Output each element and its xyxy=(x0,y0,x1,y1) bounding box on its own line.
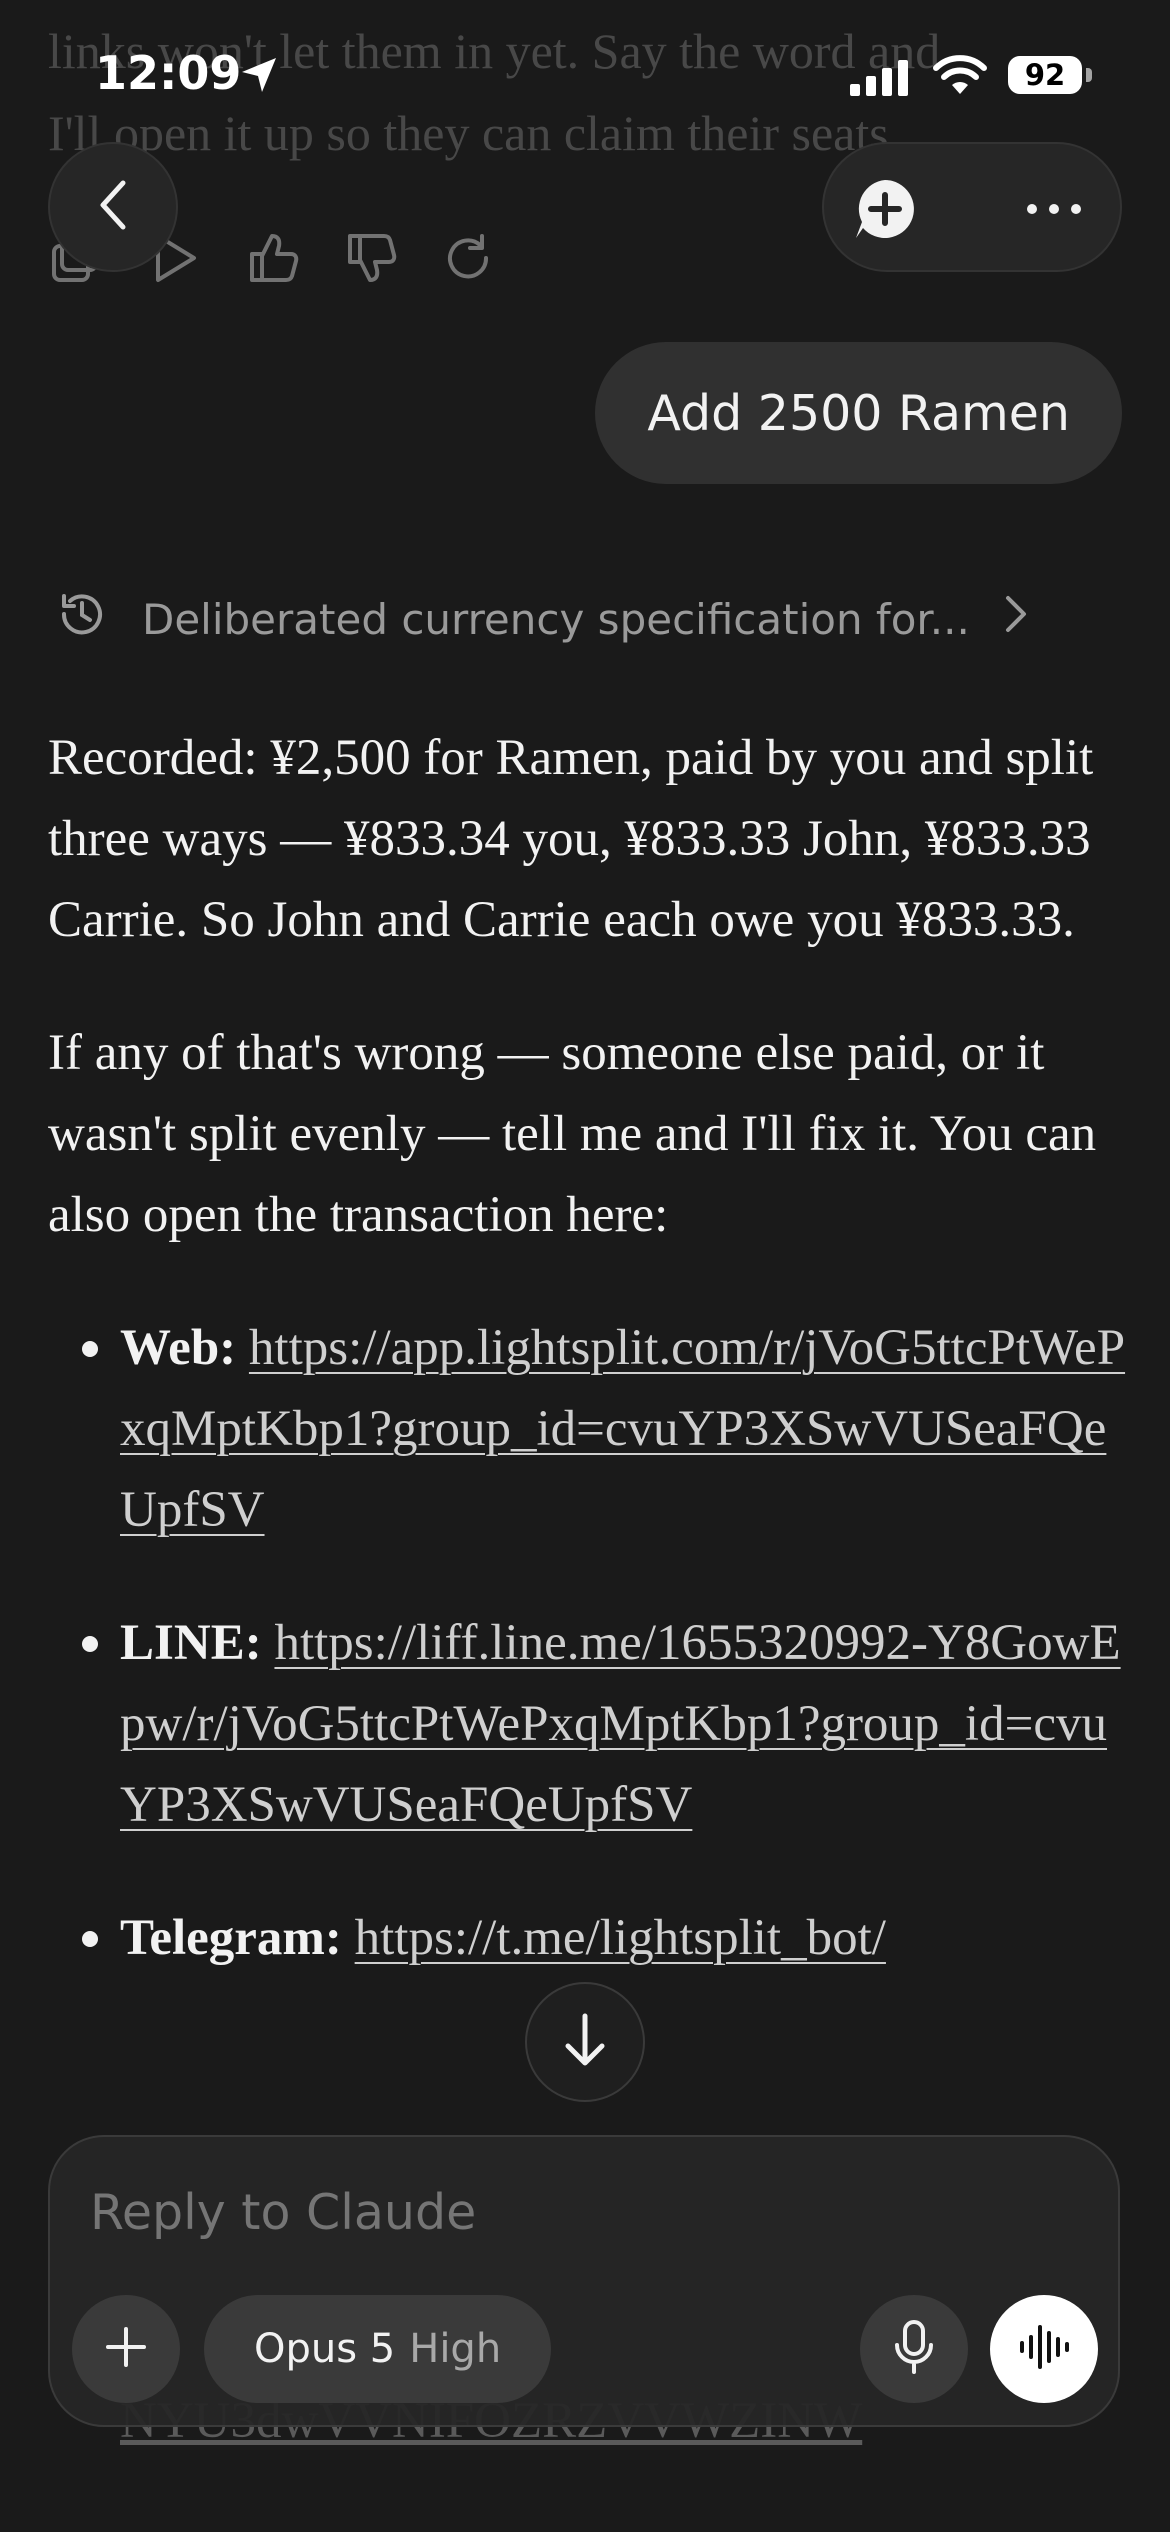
telegram-link[interactable]: https://t.me/lightsplit_bot/ xyxy=(355,1910,886,1966)
user-message-bubble: Add 2500 Ramen xyxy=(595,342,1122,484)
plus-icon xyxy=(104,2325,148,2374)
thumbs-up-icon[interactable] xyxy=(244,230,300,286)
attach-button[interactable] xyxy=(72,2295,180,2403)
list-item: Web: https://app.lightsplit.com/r/jVoG5t… xyxy=(48,1308,1128,1551)
reply-input[interactable] xyxy=(88,2183,992,2242)
voice-mode-button[interactable] xyxy=(990,2295,1098,2403)
composer: Opus 5 High xyxy=(48,2135,1120,2427)
model-name: Opus 5 xyxy=(254,2326,396,2372)
wifi-icon xyxy=(932,54,988,100)
chevron-right-icon xyxy=(1004,594,1028,644)
thinking-summary-label: Deliberated currency specification for..… xyxy=(142,594,970,644)
new-chat-icon[interactable] xyxy=(854,178,916,240)
model-selector[interactable]: Opus 5 High xyxy=(204,2295,552,2403)
web-link[interactable]: https://app.lightsplit.com/r/jVoG5ttcPtW… xyxy=(120,1320,1125,1538)
assistant-paragraph: If any of that's wrong — someone else pa… xyxy=(48,1025,1097,1243)
more-icon[interactable] xyxy=(1024,194,1084,224)
clock-icon xyxy=(56,588,108,650)
model-effort: High xyxy=(409,2326,502,2372)
link-label: Telegram: xyxy=(120,1910,342,1966)
cellular-signal-icon xyxy=(850,60,912,100)
chevron-left-icon xyxy=(91,175,135,240)
list-item: LINE: https://liff.line.me/1655320992-Y8… xyxy=(48,1603,1128,1846)
arrow-down-icon xyxy=(560,2010,610,2075)
link-label: LINE: xyxy=(120,1615,262,1671)
microphone-icon xyxy=(892,2319,936,2380)
scroll-to-bottom-button[interactable] xyxy=(525,1982,645,2102)
status-bar: 12:09 92 xyxy=(0,0,1170,150)
link-label: Web: xyxy=(120,1320,237,1376)
battery-icon xyxy=(1086,68,1092,82)
thinking-summary[interactable]: Deliberated currency specification for..… xyxy=(56,588,1028,650)
voice-mode-icon xyxy=(1016,2319,1072,2380)
back-button[interactable] xyxy=(48,142,178,272)
battery-level: 92 xyxy=(1008,56,1082,94)
location-arrow-icon xyxy=(238,54,280,100)
dictation-button[interactable] xyxy=(860,2295,968,2403)
transaction-links-list: Web: https://app.lightsplit.com/r/jVoG5t… xyxy=(48,1308,1128,1979)
thumbs-down-icon[interactable] xyxy=(342,230,398,286)
list-item: Telegram: https://t.me/lightsplit_bot/ xyxy=(48,1898,1128,1979)
status-time: 12:09 xyxy=(95,46,242,100)
assistant-message: Recorded: ¥2,500 for Ramen, paid by you … xyxy=(48,718,1128,2031)
retry-icon[interactable] xyxy=(440,230,496,286)
line-link[interactable]: https://liff.line.me/1655320992-Y8GowEpw… xyxy=(120,1615,1121,1833)
header-actions xyxy=(822,142,1122,272)
assistant-paragraph: Recorded: ¥2,500 for Ramen, paid by you … xyxy=(48,730,1094,948)
